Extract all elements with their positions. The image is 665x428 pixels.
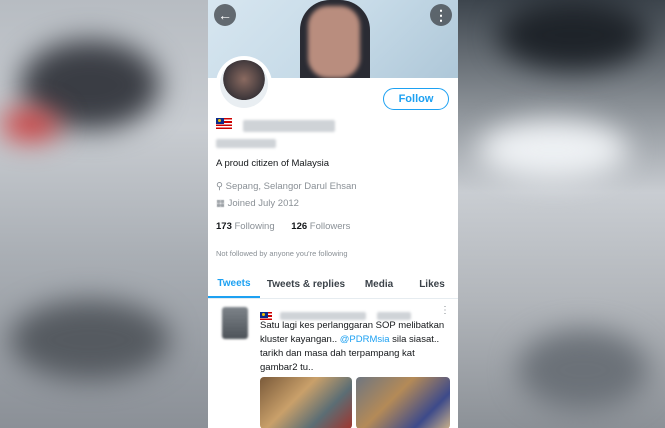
followers-label: Followers xyxy=(309,221,351,232)
pixelated-display-name xyxy=(242,120,335,133)
tab-tweets[interactable]: Tweets xyxy=(208,270,260,298)
profile-joined-row: ▦ Joined July 2012 xyxy=(216,198,299,209)
profile-stats: 173 Following 126 Followers xyxy=(216,221,350,232)
tab-likes[interactable]: Likes xyxy=(406,270,458,298)
profile-tabs: Tweets Tweets & replies Media Likes xyxy=(208,270,458,299)
profile-joined: Joined July 2012 xyxy=(227,198,299,209)
following-label: Following xyxy=(234,221,275,232)
tweet-author-avatar[interactable] xyxy=(222,307,248,339)
followed-by-note: Not followed by anyone you're following xyxy=(216,249,348,258)
tweet-item[interactable]: ⋮ Satu lagi kes perlanggaran SOP melibat… xyxy=(208,299,458,428)
blurred-background-left xyxy=(0,0,208,428)
tweet-photo-2[interactable] xyxy=(356,377,450,428)
calendar-icon: ▦ xyxy=(216,198,225,209)
profile-bio: A proud citizen of Malaysia xyxy=(216,158,330,169)
profile-location: Sepang, Selangor Darul Ehsan xyxy=(225,181,357,192)
pixelated-handle xyxy=(216,139,276,148)
following-count: 173 xyxy=(216,221,232,232)
followers-link[interactable]: 126 Followers xyxy=(291,221,350,232)
tab-media[interactable]: Media xyxy=(352,270,406,298)
more-vertical-icon[interactable]: ⋮ xyxy=(430,4,452,26)
following-link[interactable]: 173 Following xyxy=(216,221,277,232)
profile-name-row xyxy=(216,118,335,133)
follow-button[interactable]: Follow xyxy=(383,88,449,110)
profile-handle-row xyxy=(216,139,276,151)
tweet-more-icon[interactable]: ⋮ xyxy=(440,305,450,316)
blurred-background-right xyxy=(458,0,665,428)
location-pin-icon: ⚲ xyxy=(216,181,223,192)
twitter-profile-screen: ← ⋮ Follow A proud citizen of Malaysia ⚲… xyxy=(208,0,458,428)
followers-count: 126 xyxy=(291,221,308,232)
avatar[interactable] xyxy=(216,56,272,112)
tweet-mention-link[interactable]: @PDRMsia xyxy=(340,334,390,345)
back-arrow-icon[interactable]: ← xyxy=(214,4,236,26)
tweet-photo-1[interactable] xyxy=(260,377,352,428)
tab-tweets-and-replies[interactable]: Tweets & replies xyxy=(260,270,352,298)
tweet-text: Satu lagi kes perlanggaran SOP melibatka… xyxy=(260,319,452,375)
profile-location-row: ⚲ Sepang, Selangor Darul Ehsan xyxy=(216,181,357,192)
malaysia-flag-icon xyxy=(216,118,232,129)
